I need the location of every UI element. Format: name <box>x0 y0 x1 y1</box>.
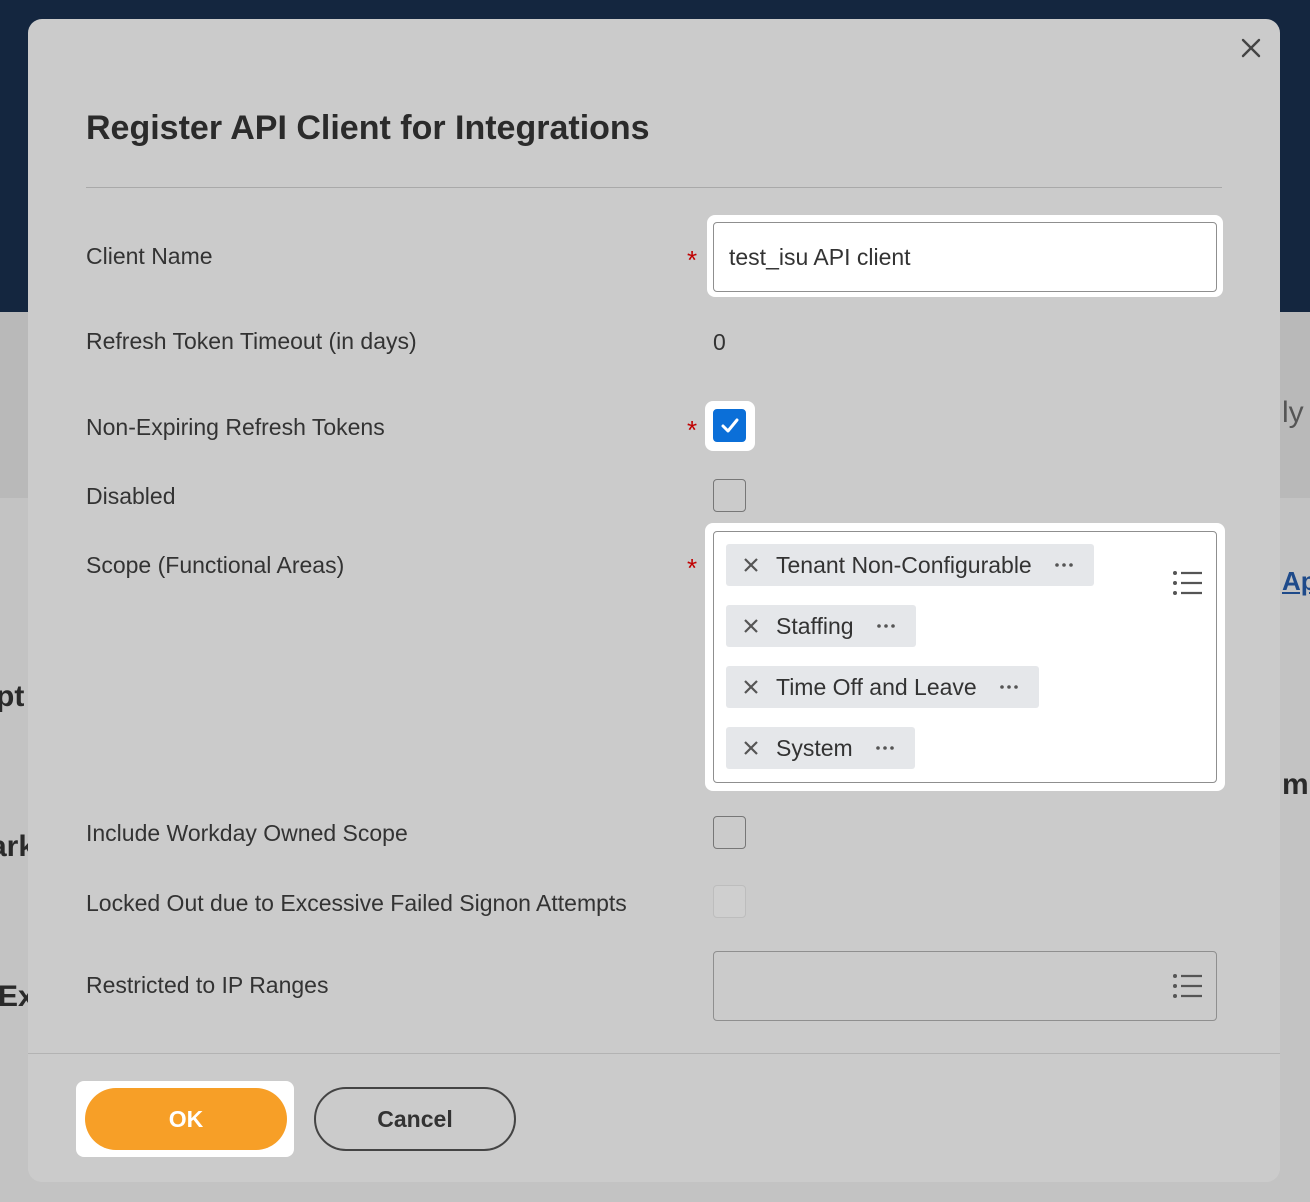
ok-button[interactable]: OK <box>85 1088 287 1150</box>
ip-ranges-label: Restricted to IP Ranges <box>86 972 329 998</box>
non-expiring-label: Non-Expiring Refresh Tokens <box>86 414 385 440</box>
scope-multiselect[interactable]: Tenant Non-Configurable Staffing Time Of… <box>713 531 1217 783</box>
required-marker: * <box>687 245 698 275</box>
ip-ranges-input[interactable] <box>713 951 1217 1021</box>
dialog-title: Register API Client for Integrations <box>86 109 650 147</box>
scope-pill-label: Tenant Non-Configurable <box>776 551 1032 578</box>
scope-pill-label: Staffing <box>776 612 854 639</box>
background-text-fragment: ly <box>1282 396 1304 429</box>
background-text-fragment: m <box>1282 768 1309 801</box>
remove-icon[interactable] <box>740 737 762 759</box>
more-options-icon[interactable] <box>872 618 900 634</box>
disabled-label: Disabled <box>86 483 176 509</box>
remove-icon[interactable] <box>740 676 762 698</box>
include-workday-scope-label: Include Workday Owned Scope <box>86 820 408 846</box>
include-workday-scope-checkbox[interactable] <box>713 816 746 849</box>
scope-label: Scope (Functional Areas) <box>86 552 345 578</box>
background-text-fragment: pt <box>0 680 25 713</box>
required-marker: * <box>687 553 698 583</box>
more-options-icon[interactable] <box>995 679 1023 695</box>
list-icon[interactable] <box>1172 570 1204 596</box>
required-marker: * <box>687 415 698 445</box>
title-divider <box>86 187 1222 188</box>
refresh-timeout-label: Refresh Token Timeout (in days) <box>86 328 417 354</box>
scope-pill: Tenant Non-Configurable <box>726 544 1094 586</box>
client-name-label: Client Name <box>86 243 213 269</box>
remove-icon[interactable] <box>740 554 762 576</box>
scope-pill: System <box>726 727 915 769</box>
checkmark-icon <box>721 418 739 433</box>
refresh-timeout-value: 0 <box>713 329 726 355</box>
disabled-checkbox[interactable] <box>713 479 746 512</box>
scope-pill: Staffing <box>726 605 916 647</box>
client-name-input[interactable]: test_isu API client <box>713 222 1217 292</box>
scope-pill-label: Time Off and Leave <box>776 673 977 700</box>
list-icon[interactable] <box>1172 973 1204 999</box>
scope-pill-label: System <box>776 734 853 761</box>
more-options-icon[interactable] <box>871 740 899 756</box>
background-link-fragment: Ap <box>1282 566 1310 596</box>
scope-pill: Time Off and Leave <box>726 666 1039 708</box>
more-options-icon[interactable] <box>1050 557 1078 573</box>
close-icon[interactable] <box>1236 33 1266 63</box>
remove-icon[interactable] <box>740 615 762 637</box>
locked-out-checkbox <box>713 885 746 918</box>
non-expiring-checkbox[interactable] <box>713 409 746 442</box>
locked-out-label: Locked Out due to Excessive Failed Signo… <box>86 890 627 916</box>
cancel-button[interactable]: Cancel <box>314 1087 516 1151</box>
register-api-client-dialog: Register API Client for Integrations Cli… <box>28 19 1280 1182</box>
